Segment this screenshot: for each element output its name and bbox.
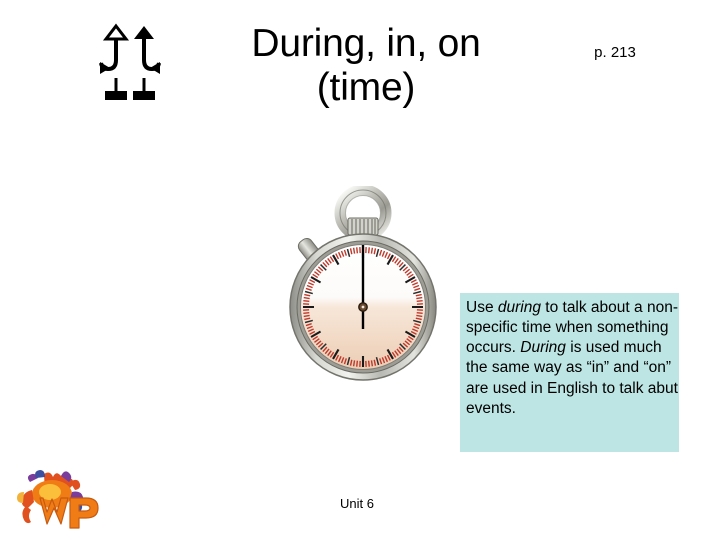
- slide-canvas: During, in, on (time) p. 213 Use during …: [0, 0, 720, 540]
- two-up-arrows-and-squares-emblem: [96, 22, 172, 100]
- page-reference: p. 213: [594, 44, 636, 61]
- callout-emphasis: during: [497, 299, 541, 316]
- slide-title-line-2: (time): [316, 66, 416, 110]
- unit-label: Unit 6: [340, 496, 374, 511]
- explanation-callout: Use during to talk about a non-specific …: [460, 293, 679, 452]
- callout-emphasis: During: [520, 339, 566, 357]
- slide-title: During, in, on (time): [206, 22, 526, 110]
- wp-mascot-logo: [14, 468, 110, 532]
- callout-text-run: Use: [466, 299, 498, 316]
- callout-text: Use during to talk about a non-specific …: [466, 298, 679, 419]
- slide-title-line-1: During, in, on: [251, 22, 481, 65]
- stopwatch-illustration: [268, 186, 458, 384]
